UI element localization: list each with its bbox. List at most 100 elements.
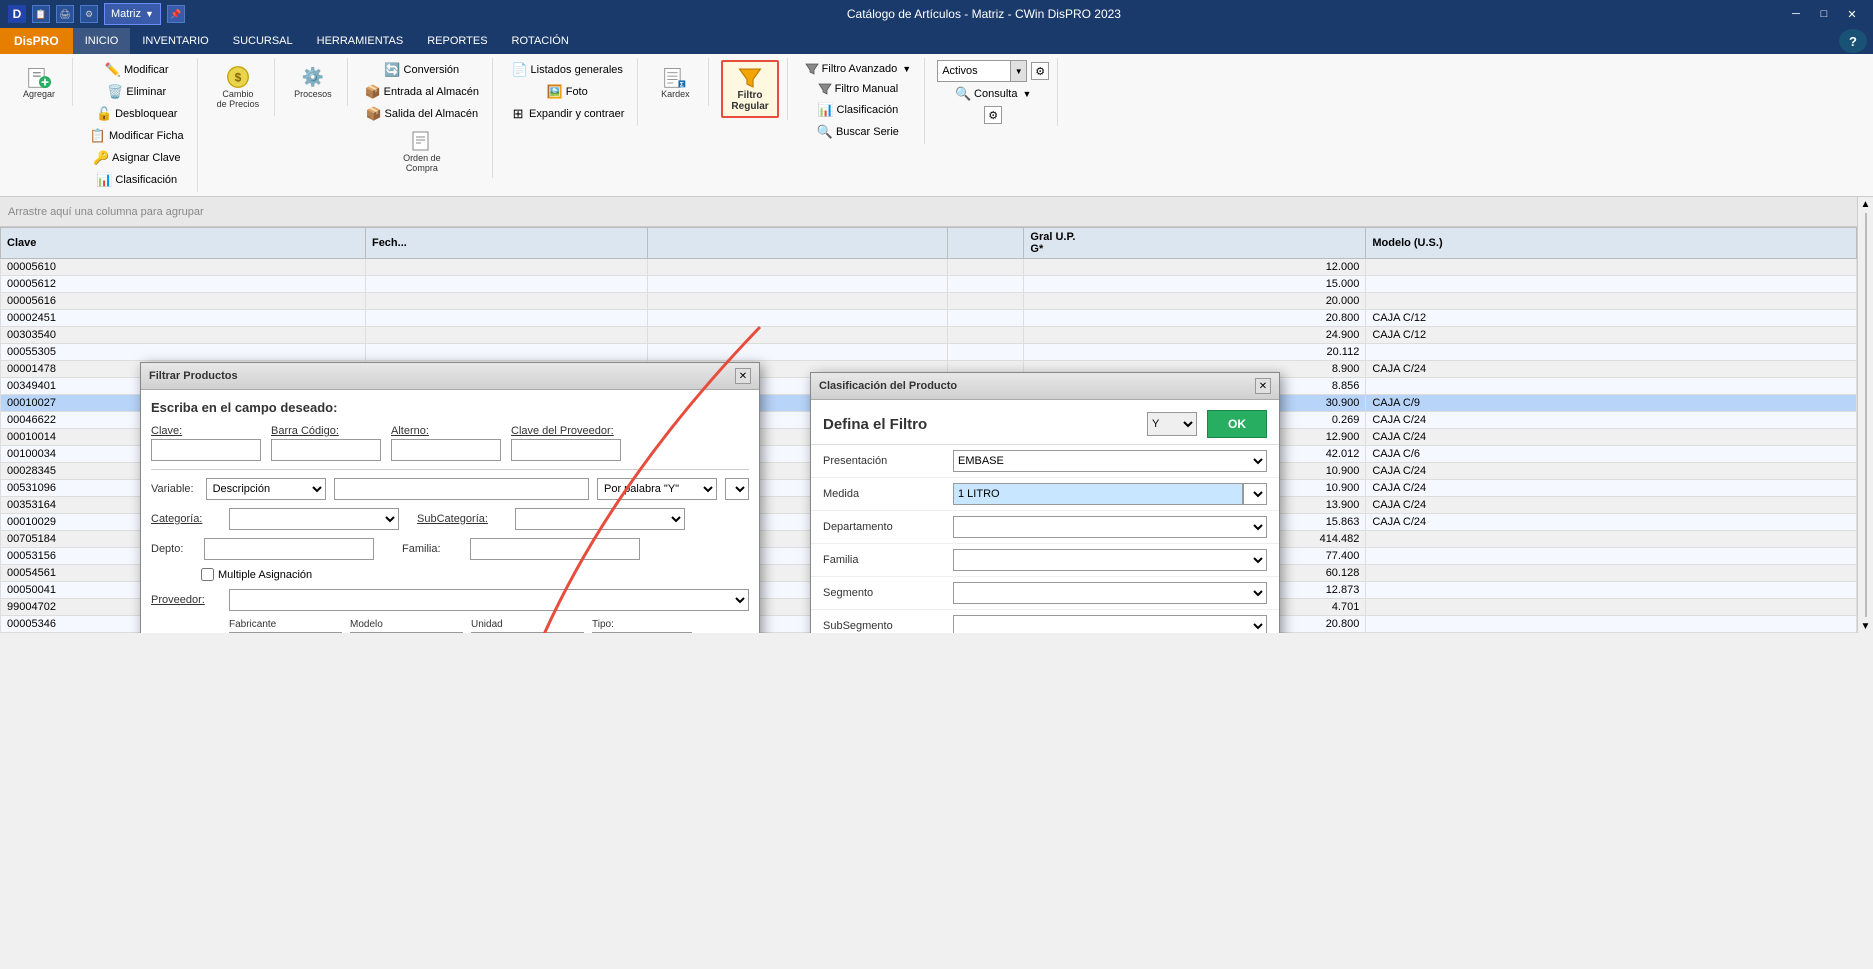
scroll-up[interactable]: ▲	[1859, 197, 1873, 211]
filtro-manual-btn[interactable]: Filtro Manual	[813, 80, 904, 98]
col-precio[interactable]	[947, 228, 1024, 259]
table-row[interactable]: 00002451 20.800 CAJA C/12	[1, 310, 1857, 327]
clave-proveedor-input[interactable]	[511, 439, 621, 461]
maximize-btn[interactable]: □	[1811, 3, 1837, 25]
categoria-select[interactable]	[229, 508, 399, 530]
pin-icon[interactable]: 📌	[167, 5, 185, 23]
menu-rotacion[interactable]: ROTACIÓN	[500, 28, 581, 54]
segmento-select[interactable]	[953, 582, 1267, 604]
agregar-btn[interactable]: Agregar	[14, 60, 64, 104]
clave-input[interactable]	[151, 439, 261, 461]
subsegmento-select[interactable]	[953, 615, 1267, 633]
table-row[interactable]: 00005616 20.000	[1, 293, 1857, 310]
listados-btn[interactable]: 📄 Listados generales	[507, 60, 628, 80]
clasif-dialog-close[interactable]: ✕	[1255, 378, 1271, 394]
toolbar-icon-3[interactable]: ⚙	[80, 5, 98, 23]
table-row[interactable]: 00005612 15.000	[1, 276, 1857, 293]
clasificacion-btn[interactable]: 📊 Clasificación	[91, 170, 182, 190]
asignar-clave-btn[interactable]: 🔑 Asignar Clave	[88, 148, 185, 168]
filter-dialog-close[interactable]: ✕	[735, 368, 751, 384]
minimize-btn[interactable]: ─	[1783, 3, 1809, 25]
unidad-arrow[interactable]: ▼	[566, 632, 584, 633]
activos-settings[interactable]: ⚙	[1031, 62, 1049, 80]
clave-group: Clave:	[151, 425, 261, 461]
unidad-select[interactable]	[471, 632, 566, 633]
proveedor-select[interactable]	[229, 589, 749, 611]
right-scrollbar[interactable]: ▲ ▼	[1857, 197, 1873, 633]
expandir-btn[interactable]: ⊞ Expandir y contraer	[505, 104, 629, 124]
help-icon[interactable]: ?	[1839, 29, 1867, 53]
menu-inicio[interactable]: INICIO	[73, 28, 131, 54]
variable-text-input[interactable]	[334, 478, 589, 500]
variable-select[interactable]: Descripción	[206, 478, 326, 500]
departamento-label: Departamento	[823, 521, 953, 533]
menu-sucursal[interactable]: SUCURSAL	[221, 28, 305, 54]
clasif-dialog-header[interactable]: Clasificación del Producto ✕	[811, 373, 1279, 400]
modelo-select[interactable]	[350, 632, 445, 633]
col-fecha[interactable]: Fech...	[365, 228, 647, 259]
foto-btn[interactable]: 🖼️ Foto	[542, 82, 593, 102]
filtro-regular-btn[interactable]: Filtro Regular	[721, 60, 778, 118]
scroll-down[interactable]: ▼	[1859, 619, 1873, 633]
menu-dispro[interactable]: DisPRO	[0, 28, 73, 54]
entrada-almacen-btn[interactable]: 📦 Entrada al Almacén	[360, 82, 484, 102]
familia-select[interactable]	[953, 549, 1267, 571]
col-descripcion[interactable]	[647, 228, 947, 259]
menu-reportes[interactable]: REPORTES	[415, 28, 499, 54]
por-palabra-select[interactable]: Por palabra "Y"	[597, 478, 717, 500]
close-btn[interactable]: ✕	[1839, 3, 1865, 25]
clasificacion2-btn[interactable]: 📊 Clasificación	[813, 100, 904, 120]
menu-inventario[interactable]: INVENTARIO	[130, 28, 220, 54]
table-row[interactable]: 00005610 12.000	[1, 259, 1857, 276]
col-clave[interactable]: Clave	[1, 228, 366, 259]
presentacion-select[interactable]: EMBASE	[953, 450, 1267, 472]
matrix-dropdown[interactable]: ▼	[145, 9, 154, 19]
consulta-btn[interactable]: 🔍 Consulta ▼	[950, 84, 1036, 104]
buscar-serie-btn[interactable]: 🔍 Buscar Serie	[812, 122, 904, 142]
medida-input[interactable]	[953, 483, 1243, 505]
col-modelo[interactable]: Modelo (U.S.)	[1366, 228, 1857, 259]
modificar-ficha-btn[interactable]: 📋 Modificar Ficha	[85, 126, 189, 146]
table-row[interactable]: 00303540 24.900 CAJA C/12	[1, 327, 1857, 344]
eliminar-btn[interactable]: 🗑️ Eliminar	[102, 82, 171, 102]
kardex-btn[interactable]: Σ Kardex	[650, 60, 700, 104]
activos-combo[interactable]: Activos ▼	[937, 60, 1027, 82]
departamento-select[interactable]	[953, 516, 1267, 538]
por-palabra-arrow[interactable]	[725, 478, 749, 500]
extra-settings[interactable]: ⚙	[984, 106, 1002, 124]
depto-input[interactable]	[204, 538, 374, 560]
filtro-avanzado-btn[interactable]: Filtro Avanzado ▼	[800, 60, 917, 78]
tipo-select[interactable]	[592, 632, 692, 633]
filtro-avanzado-arrow[interactable]: ▼	[902, 64, 911, 74]
orden-compra-btn[interactable]: Orden de Compra	[398, 126, 446, 176]
ok-btn[interactable]: OK	[1207, 410, 1267, 438]
modificar-btn[interactable]: ✏️ Modificar	[100, 60, 174, 80]
fabricante-arrow[interactable]: ▼	[324, 632, 342, 633]
barra-input[interactable]	[271, 439, 381, 461]
menu-herramientas[interactable]: HERRAMIENTAS	[305, 28, 416, 54]
familia-input[interactable]	[470, 538, 640, 560]
multiple-checkbox[interactable]	[201, 568, 214, 581]
subcategoria-select[interactable]	[515, 508, 685, 530]
alterno-input[interactable]	[391, 439, 501, 461]
cell-modelo: CAJA C/12	[1366, 310, 1857, 327]
desbloquear-btn[interactable]: 🔓 Desbloquear	[91, 104, 182, 124]
toolbar-icon-2[interactable]: 🖨	[56, 5, 74, 23]
consulta-arrow[interactable]: ▼	[1022, 89, 1031, 99]
modificar-label: Modificar	[124, 64, 169, 76]
col-gral[interactable]: Gral U.P.G*	[1024, 228, 1366, 259]
modelo-arrow[interactable]: ▼	[445, 632, 463, 633]
salida-almacen-btn[interactable]: 📦 Salida del Almacén	[361, 104, 484, 124]
conversion-btn[interactable]: 🔄 Conversión	[380, 60, 465, 80]
cambio-precios-btn[interactable]: $ Cambio de Precios	[210, 60, 267, 114]
procesos-btn[interactable]: ⚙️ Procesos	[287, 60, 339, 104]
filter-dialog-header[interactable]: Filtrar Productos ✕	[141, 363, 759, 390]
app-icon[interactable]: D	[8, 5, 26, 23]
fabricante-select[interactable]	[229, 632, 324, 633]
medida-select[interactable]	[1243, 483, 1267, 505]
y-select[interactable]: Y	[1147, 412, 1197, 436]
scroll-thumb[interactable]	[1865, 213, 1867, 617]
activos-arrow[interactable]: ▼	[1010, 61, 1026, 81]
table-row[interactable]: 00055305 20.112	[1, 344, 1857, 361]
toolbar-icon-1[interactable]: 📋	[32, 5, 50, 23]
